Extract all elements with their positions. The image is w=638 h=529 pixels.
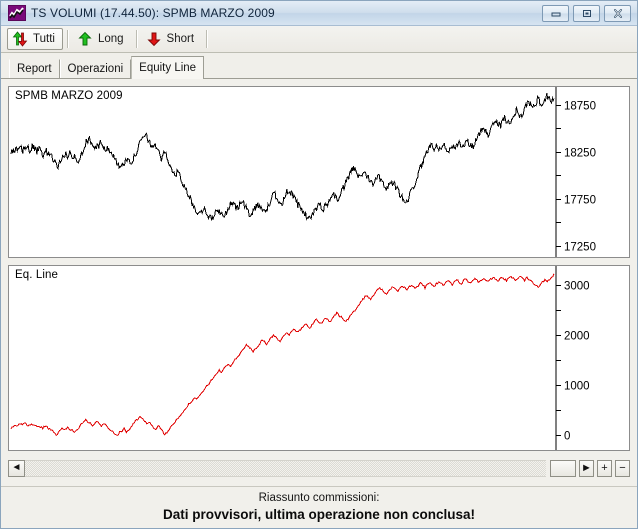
toolbar-separator-3	[206, 30, 208, 48]
price-chart-plot: 17250 17750 18250 18750	[10, 87, 596, 257]
horizontal-scrollbar-track[interactable]	[25, 459, 546, 477]
toolbar-label-tutti: Tutti	[33, 33, 55, 45]
scroll-right-button[interactable]: ►	[579, 459, 594, 477]
restore-icon[interactable]	[573, 4, 600, 22]
toolbar-label-short: Short	[166, 33, 195, 45]
price-chart[interactable]: SPMB MARZO 2009 17250 17750 18250 18750	[8, 86, 630, 258]
svg-text:18250: 18250	[564, 148, 596, 160]
toolbar-label-long: Long	[97, 33, 124, 45]
equity-chart[interactable]: Eq. Line 0 1000 2000 3000	[8, 265, 630, 451]
chart-controls: ► + −	[546, 459, 630, 477]
footer-commissions-label: Riassunto commissioni:	[258, 492, 380, 504]
chart-line-icon	[8, 5, 26, 21]
scroll-blank-button[interactable]	[550, 459, 576, 477]
minimize-icon[interactable]	[542, 4, 569, 22]
tab-content-equity-line: SPMB MARZO 2009 17250 17750 18250 18750 Eq.…	[1, 78, 637, 486]
toolbar-button-long[interactable]: Long	[72, 28, 132, 50]
window-controls	[542, 4, 634, 22]
close-icon[interactable]	[604, 4, 631, 22]
svg-text:17750: 17750	[564, 195, 596, 207]
application-window: TS VOLUMI (17.44.50): SPMB MARZO 2009 Tu…	[0, 0, 638, 529]
toolbar-separator-2	[135, 30, 137, 48]
svg-text:2000: 2000	[564, 331, 590, 343]
red-down-arrow-icon	[146, 31, 162, 47]
svg-text:17250: 17250	[564, 242, 596, 254]
equity-chart-title: Eq. Line	[15, 269, 58, 281]
svg-text:0: 0	[564, 431, 570, 443]
window-title: TS VOLUMI (17.44.50): SPMB MARZO 2009	[31, 6, 275, 20]
title-bar: TS VOLUMI (17.44.50): SPMB MARZO 2009	[1, 1, 637, 26]
up-down-arrow-icon	[12, 31, 28, 47]
equity-chart-plot: 0 1000 2000 3000	[10, 266, 590, 450]
zoom-in-button[interactable]: +	[597, 459, 612, 477]
status-footer: Riassunto commissioni: Dati provvisori, …	[1, 486, 637, 528]
tab-equity-line[interactable]: Equity Line	[131, 56, 205, 79]
price-chart-title: SPMB MARZO 2009	[15, 90, 123, 102]
tab-operazioni[interactable]: Operazioni	[59, 59, 132, 78]
toolbar: Tutti Long Short	[1, 26, 637, 53]
svg-text:3000: 3000	[564, 281, 590, 293]
svg-text:18750: 18750	[564, 101, 596, 113]
toolbar-button-tutti[interactable]: Tutti	[7, 28, 63, 50]
toolbar-separator-1	[66, 30, 68, 48]
zoom-out-button[interactable]: −	[615, 459, 630, 477]
chart-scroll-row: ◄ ► + −	[8, 458, 630, 478]
scroll-left-button[interactable]: ◄	[8, 459, 25, 477]
tab-report[interactable]: Report	[9, 59, 60, 78]
tab-strip: Report Operazioni Equity Line	[1, 53, 637, 79]
svg-text:1000: 1000	[564, 381, 590, 393]
toolbar-button-short[interactable]: Short	[141, 28, 203, 50]
footer-warning-message: Dati provvisori, ultima operazione non c…	[162, 507, 476, 522]
green-up-arrow-icon	[77, 31, 93, 47]
